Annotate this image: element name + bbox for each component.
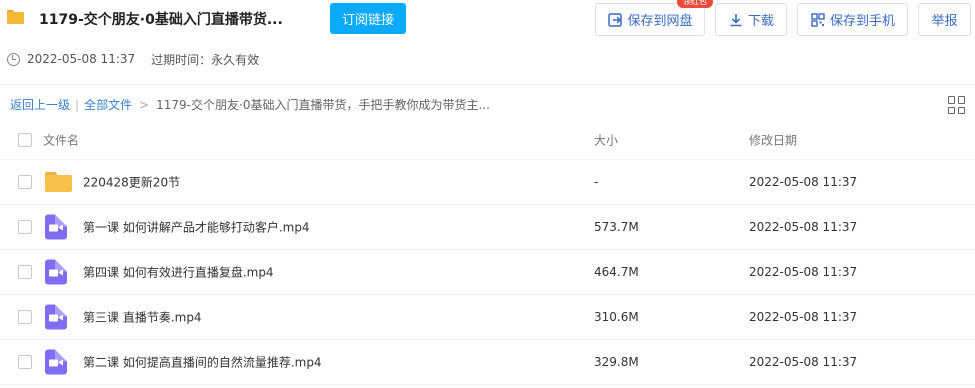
clock-icon: [7, 52, 20, 66]
report-button[interactable]: 举报: [918, 3, 971, 36]
grid-view-icon[interactable]: [948, 96, 966, 114]
video-file-icon: [45, 304, 67, 330]
file-table: 文件名 大小 修改日期 220428更新20节 - 2022-05-08 11:…: [0, 120, 975, 385]
table-row[interactable]: 第四课 如何有效进行直播复盘.mp4 464.7M 2022-05-08 11:…: [0, 250, 975, 295]
expire-time: 过期时间：永久有效: [151, 52, 260, 67]
table-header: 文件名 大小 修改日期: [0, 120, 975, 160]
save-to-cloud-icon: [608, 12, 623, 27]
file-name[interactable]: 第四课 如何有效进行直播复盘.mp4: [83, 264, 274, 281]
table-row[interactable]: 第一课 如何讲解产品才能够打动客户.mp4 573.7M 2022-05-08 …: [0, 205, 975, 250]
header-size[interactable]: 大小: [594, 131, 618, 148]
save-to-cloud-label: 保存到网盘: [627, 14, 693, 29]
breadcrumb-all-files-link[interactable]: 全部文件: [84, 96, 132, 113]
share-meta: 2022-05-08 11:37 过期时间：永久有效: [0, 50, 259, 68]
file-size: 329.8M: [594, 355, 639, 369]
download-button[interactable]: 下载: [715, 3, 787, 36]
breadcrumb-arrow: >: [139, 97, 150, 112]
file-name[interactable]: 第三课 直播节奏.mp4: [83, 309, 202, 326]
file-date: 2022-05-08 11:37: [749, 220, 858, 234]
file-name[interactable]: 第二课 如何提高直播间的自然流量推荐.mp4: [83, 354, 322, 371]
row-checkbox[interactable]: [18, 220, 32, 234]
file-date: 2022-05-08 11:37: [749, 355, 858, 369]
download-label: 下载: [747, 14, 774, 29]
subscribe-link-button[interactable]: 订阅链接: [330, 3, 406, 34]
file-name[interactable]: 220428更新20节: [83, 174, 180, 191]
video-file-icon: [45, 259, 67, 285]
save-to-phone-button[interactable]: 保存到手机: [797, 3, 908, 36]
folder-icon: [7, 10, 24, 24]
row-checkbox[interactable]: [18, 310, 32, 324]
table-row[interactable]: 220428更新20节 - 2022-05-08 11:37: [0, 160, 975, 205]
file-size: -: [594, 175, 599, 189]
row-checkbox[interactable]: [18, 265, 32, 279]
file-size: 310.6M: [594, 310, 639, 324]
share-header: 1179-交个朋友·0基础入门直播带货... 订阅链接 保存到网盘 下载 保存到…: [0, 0, 975, 40]
file-size: 573.7M: [594, 220, 639, 234]
breadcrumb-back-link[interactable]: 返回上一级: [10, 96, 70, 113]
row-checkbox[interactable]: [18, 355, 32, 369]
qr-phone-icon: [811, 12, 825, 27]
select-all-checkbox[interactable]: [18, 132, 32, 147]
table-row[interactable]: 第三课 直播节奏.mp4 310.6M 2022-05-08 11:37: [0, 295, 975, 340]
red-packet-badge[interactable]: 领红包: [677, 0, 713, 8]
video-file-icon: [45, 214, 67, 240]
breadcrumb: 返回上一级 | 全部文件 > 1179-交个朋友·0基础入门直播带货，手把手教你…: [10, 96, 490, 113]
video-file-icon: [45, 349, 67, 375]
share-title: 1179-交个朋友·0基础入门直播带货...: [39, 12, 283, 28]
header-name[interactable]: 文件名: [43, 131, 79, 148]
file-date: 2022-05-08 11:37: [749, 265, 858, 279]
breadcrumb-current: 1179-交个朋友·0基础入门直播带货，手把手教你成为带货主...: [156, 98, 490, 112]
table-row[interactable]: 第二课 如何提高直播间的自然流量推荐.mp4 329.8M 2022-05-08…: [0, 340, 975, 385]
row-checkbox[interactable]: [18, 175, 32, 189]
breadcrumb-separator: |: [75, 97, 80, 112]
divider: [0, 84, 975, 85]
file-date: 2022-05-08 11:37: [749, 175, 858, 189]
file-name[interactable]: 第一课 如何讲解产品才能够打动客户.mp4: [83, 219, 310, 236]
report-label: 举报: [931, 14, 958, 29]
share-date: 2022-05-08 11:37: [27, 52, 136, 66]
save-to-phone-label: 保存到手机: [829, 14, 895, 29]
download-icon: [730, 13, 742, 26]
file-date: 2022-05-08 11:37: [749, 310, 858, 324]
header-date[interactable]: 修改日期: [749, 131, 797, 148]
file-size: 464.7M: [594, 265, 639, 279]
folder-icon: [45, 172, 72, 192]
